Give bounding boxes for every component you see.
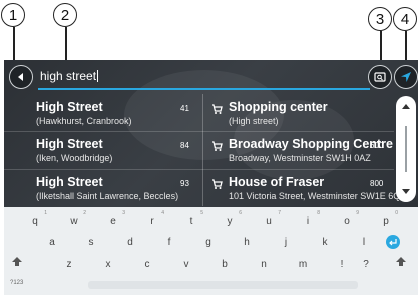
- result-title: Broadway Shopping Centre: [229, 137, 393, 151]
- shift-key[interactable]: [10, 255, 24, 269]
- key-l[interactable]: l: [356, 237, 372, 248]
- callout-1: 1: [1, 3, 25, 27]
- navigation-arrow-icon: [401, 72, 411, 82]
- key-m[interactable]: m: [295, 259, 311, 270]
- result-title: Shopping center: [229, 100, 328, 114]
- shift-icon: [12, 257, 22, 266]
- result-subtitle: (Iken, Woodbridge): [36, 153, 113, 163]
- result-title: High Street: [36, 137, 103, 151]
- device-screen: high street High Street (Hawkhurst, Cran…: [4, 60, 418, 295]
- key-e[interactable]: e3: [105, 210, 125, 227]
- key-r[interactable]: r4: [144, 210, 164, 227]
- result-subtitle: Broadway, Westminster SW1H 0AZ: [229, 153, 371, 163]
- key-c[interactable]: c: [139, 259, 155, 270]
- callout-4: 4: [393, 7, 417, 31]
- row-divider: [4, 131, 394, 132]
- shift-key-right[interactable]: [394, 255, 408, 269]
- result-item[interactable]: High Street (Hawkhurst, Cranbrook): [36, 100, 132, 126]
- result-item[interactable]: High Street (Iken, Woodbridge): [36, 137, 112, 163]
- result-item[interactable]: Shopping center (High street): [229, 100, 328, 126]
- result-subtitle: (Ilketshall Saint Lawrence, Beccles): [36, 191, 179, 201]
- current-location-button[interactable]: [394, 65, 418, 89]
- shopping-cart-icon: [212, 104, 223, 114]
- result-subtitle: 101 Victoria Street, Westminster SW1E 6Q…: [229, 191, 406, 201]
- result-subtitle: (High street): [229, 116, 279, 126]
- key-u[interactable]: u7: [261, 210, 281, 227]
- results-scroll-control[interactable]: [396, 96, 416, 202]
- key-exclamation[interactable]: !: [334, 259, 350, 270]
- scroll-down-icon: [402, 189, 410, 194]
- key-k[interactable]: k: [317, 237, 333, 248]
- result-item[interactable]: Broadway Shopping Centre Broadway, Westm…: [229, 137, 393, 163]
- search-mode-icon: [374, 72, 386, 82]
- column-divider: [202, 94, 203, 206]
- key-g[interactable]: g: [200, 237, 216, 248]
- result-item[interactable]: High Street (Ilketshall Saint Lawrence, …: [36, 175, 178, 201]
- onscreen-keyboard: q1 w2 e3 r4 t5 y6 u7 i8 o9 p0 a s d f g …: [4, 207, 418, 295]
- search-input-underline: [38, 88, 370, 90]
- result-title: High Street: [36, 100, 103, 114]
- key-o[interactable]: o9: [339, 210, 359, 227]
- callout-3: 3: [368, 7, 392, 31]
- result-distance: 84: [180, 141, 189, 150]
- shift-icon: [396, 257, 406, 266]
- key-s[interactable]: s: [83, 237, 99, 248]
- key-h[interactable]: h: [239, 237, 255, 248]
- result-distance: 93: [180, 179, 189, 188]
- search-results: High Street (Hawkhurst, Cranbrook) 41 Hi…: [4, 94, 418, 206]
- search-input[interactable]: high street: [40, 69, 99, 83]
- key-n[interactable]: n: [256, 259, 272, 270]
- shopping-cart-icon: [212, 141, 223, 151]
- key-y[interactable]: y6: [222, 210, 243, 227]
- key-t[interactable]: t5: [183, 210, 203, 227]
- back-arrow-icon: [18, 73, 23, 81]
- key-a[interactable]: a: [44, 237, 60, 248]
- key-v[interactable]: v: [178, 259, 194, 270]
- scroll-track: [405, 126, 407, 172]
- result-distance: 41: [180, 104, 189, 113]
- shopping-cart-icon: [212, 179, 223, 189]
- key-z[interactable]: z: [61, 259, 77, 270]
- key-p[interactable]: p0: [378, 210, 398, 227]
- back-button[interactable]: [9, 65, 33, 89]
- key-q[interactable]: q1: [27, 210, 47, 227]
- space-bar[interactable]: [88, 281, 358, 289]
- enter-key[interactable]: [386, 235, 400, 249]
- callout-2: 2: [53, 3, 77, 27]
- key-i[interactable]: i8: [300, 210, 320, 227]
- search-mode-button[interactable]: [368, 65, 392, 89]
- result-title: High Street: [36, 175, 103, 189]
- symbols-key[interactable]: ?123: [10, 280, 23, 286]
- text-cursor: [97, 70, 99, 82]
- scroll-up-icon: [402, 104, 410, 109]
- key-b[interactable]: b: [217, 259, 233, 270]
- key-d[interactable]: d: [122, 237, 138, 248]
- enter-icon: [389, 239, 397, 246]
- row-divider: [4, 169, 394, 170]
- key-question[interactable]: ?: [358, 259, 374, 270]
- result-distance: 800: [370, 179, 384, 188]
- screenshot-root: { "callouts": ["1", "2", "3", "4"], "sea…: [0, 0, 418, 295]
- result-subtitle: (Hawkhurst, Cranbrook): [36, 116, 132, 126]
- search-bar: high street: [4, 60, 418, 92]
- key-x[interactable]: x: [100, 259, 116, 270]
- key-f[interactable]: f: [161, 237, 177, 248]
- key-j[interactable]: j: [278, 237, 294, 248]
- result-distance: 600: [370, 141, 384, 150]
- scroll-arrows: [402, 104, 410, 194]
- key-w[interactable]: w2: [66, 210, 86, 227]
